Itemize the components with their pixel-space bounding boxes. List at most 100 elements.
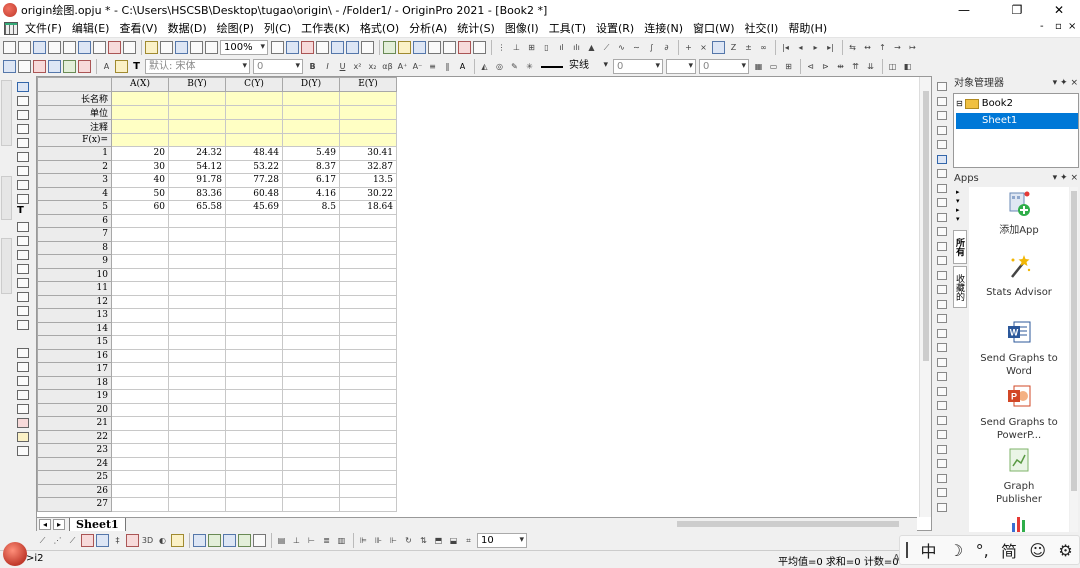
ime-settings-icon[interactable]: ⚙ bbox=[1058, 541, 1072, 560]
project-explorer-side-tab[interactable] bbox=[1, 80, 12, 146]
data-cell[interactable]: 50 bbox=[111, 186, 169, 201]
data-cell[interactable] bbox=[282, 308, 340, 323]
apps-panel-controls[interactable]: ▾ ✦ × bbox=[1053, 171, 1078, 186]
data-cell[interactable] bbox=[168, 254, 226, 269]
side-tool-icon[interactable] bbox=[937, 314, 947, 323]
label-cell[interactable] bbox=[339, 132, 397, 147]
text-style-icon[interactable]: ‖ bbox=[441, 60, 454, 73]
menu-tools[interactable]: 工具(T) bbox=[544, 20, 591, 36]
label-cell[interactable] bbox=[168, 132, 226, 147]
side-tool-icon[interactable] bbox=[937, 270, 947, 280]
data-cell[interactable] bbox=[282, 254, 340, 269]
fill-color-icon[interactable]: ◭ bbox=[478, 60, 491, 73]
surface-plot-icon[interactable] bbox=[96, 534, 109, 547]
draw-data-icon[interactable] bbox=[17, 194, 29, 204]
pattern-icon[interactable]: ◎ bbox=[493, 60, 506, 73]
bar-chart-icon[interactable]: ılı bbox=[570, 41, 583, 54]
data-cell[interactable]: 91.78 bbox=[168, 173, 226, 188]
layout-icon[interactable] bbox=[223, 534, 236, 547]
row-header[interactable]: 20 bbox=[37, 402, 112, 417]
same-size-icon[interactable]: ⊩ bbox=[387, 534, 400, 547]
size-combo[interactable]: 0 bbox=[699, 59, 749, 74]
data-cell[interactable] bbox=[168, 321, 226, 336]
row-end-icon[interactable]: ↦ bbox=[906, 41, 919, 54]
data-cell[interactable] bbox=[282, 321, 340, 336]
set-label-icon[interactable]: ∞ bbox=[757, 41, 770, 54]
integrate-icon[interactable]: ∫ bbox=[645, 41, 658, 54]
row-header[interactable]: 18 bbox=[37, 375, 112, 390]
data-cell[interactable] bbox=[111, 470, 169, 485]
row-header[interactable]: 19 bbox=[37, 389, 112, 404]
data-cell[interactable]: 30.22 bbox=[339, 186, 397, 201]
color-map-icon[interactable] bbox=[17, 418, 29, 428]
side-tool-icon[interactable] bbox=[937, 372, 947, 381]
row-header[interactable]: 17 bbox=[37, 362, 112, 377]
ime-emoji-icon[interactable]: ☺ bbox=[1029, 541, 1046, 560]
line-tool-icon[interactable] bbox=[17, 250, 29, 260]
ime-simplified-mode[interactable]: 简 bbox=[1001, 538, 1017, 562]
ime-moon-icon[interactable]: ☽ bbox=[949, 541, 963, 560]
side-tool-icon[interactable] bbox=[937, 430, 947, 439]
label-cell[interactable] bbox=[111, 104, 169, 120]
insert-graph-icon[interactable] bbox=[17, 348, 29, 358]
export-icon[interactable] bbox=[238, 534, 251, 547]
data-cell[interactable]: 30.41 bbox=[339, 146, 397, 161]
close-button[interactable]: ✕ bbox=[1036, 0, 1080, 19]
data-cell[interactable] bbox=[339, 375, 397, 390]
new-folder-icon[interactable] bbox=[18, 41, 31, 54]
side-tool-icon[interactable] bbox=[937, 111, 947, 120]
fit-poly-icon[interactable]: ∿ bbox=[615, 41, 628, 54]
label-cell[interactable] bbox=[225, 90, 283, 106]
underline-icon[interactable]: U bbox=[336, 60, 349, 73]
data-cell[interactable] bbox=[168, 470, 226, 485]
label-cell[interactable] bbox=[339, 118, 397, 134]
data-cell[interactable] bbox=[282, 375, 340, 390]
side-tool-icon[interactable] bbox=[937, 488, 947, 497]
data-cell[interactable] bbox=[282, 267, 340, 282]
scroll-thumb[interactable] bbox=[923, 91, 929, 361]
data-cell[interactable] bbox=[225, 443, 283, 458]
data-cell[interactable] bbox=[282, 362, 340, 377]
side-tool-icon[interactable] bbox=[937, 473, 947, 483]
data-cell[interactable] bbox=[168, 335, 226, 350]
open-excel-icon[interactable] bbox=[160, 41, 173, 54]
side-tool-icon[interactable] bbox=[937, 169, 947, 178]
data-cell[interactable]: 18.64 bbox=[339, 200, 397, 215]
distribute-objects-icon[interactable]: ⊪ bbox=[372, 534, 385, 547]
data-cell[interactable] bbox=[168, 402, 226, 417]
font-family-combo[interactable]: 默认: 宋体 bbox=[145, 59, 250, 74]
menu-connect[interactable]: 连接(N) bbox=[639, 20, 688, 36]
data-cell[interactable] bbox=[225, 402, 283, 417]
code-builder-icon[interactable] bbox=[316, 41, 329, 54]
sheet-tab[interactable]: Sheet1 bbox=[69, 517, 126, 532]
data-cell[interactable] bbox=[111, 227, 169, 242]
label-row-header[interactable]: 注释 bbox=[37, 118, 112, 134]
data-cell[interactable] bbox=[111, 456, 169, 471]
ime-handle[interactable] bbox=[906, 542, 909, 558]
distribute-icon[interactable]: ⇹ bbox=[834, 60, 847, 73]
data-cell[interactable] bbox=[282, 281, 340, 296]
open-template-icon[interactable] bbox=[123, 41, 136, 54]
data-cursor-icon[interactable] bbox=[17, 152, 29, 162]
data-cell[interactable] bbox=[111, 294, 169, 309]
data-cell[interactable] bbox=[282, 416, 340, 431]
data-cell[interactable] bbox=[111, 443, 169, 458]
app-next[interactable] bbox=[969, 509, 1069, 532]
fit-linear-icon[interactable]: ⟋ bbox=[600, 41, 613, 54]
data-cell[interactable] bbox=[339, 240, 397, 255]
row-header[interactable]: 23 bbox=[37, 443, 112, 458]
open-icon[interactable] bbox=[145, 41, 158, 54]
histogram-icon[interactable]: ıl bbox=[555, 41, 568, 54]
data-cell[interactable] bbox=[168, 281, 226, 296]
side-tool-icon[interactable] bbox=[937, 198, 947, 207]
label-cell[interactable] bbox=[168, 118, 226, 134]
data-cell[interactable] bbox=[339, 389, 397, 404]
label-cell[interactable] bbox=[111, 90, 169, 106]
side-tool-icon[interactable] bbox=[937, 241, 947, 251]
side-tool-icon[interactable] bbox=[937, 125, 947, 135]
data-cell[interactable] bbox=[111, 281, 169, 296]
menu-data[interactable]: 数据(D) bbox=[163, 20, 212, 36]
data-cell[interactable] bbox=[339, 213, 397, 228]
move-right-one-icon[interactable]: ▸ bbox=[809, 41, 822, 54]
data-cell[interactable] bbox=[339, 362, 397, 377]
